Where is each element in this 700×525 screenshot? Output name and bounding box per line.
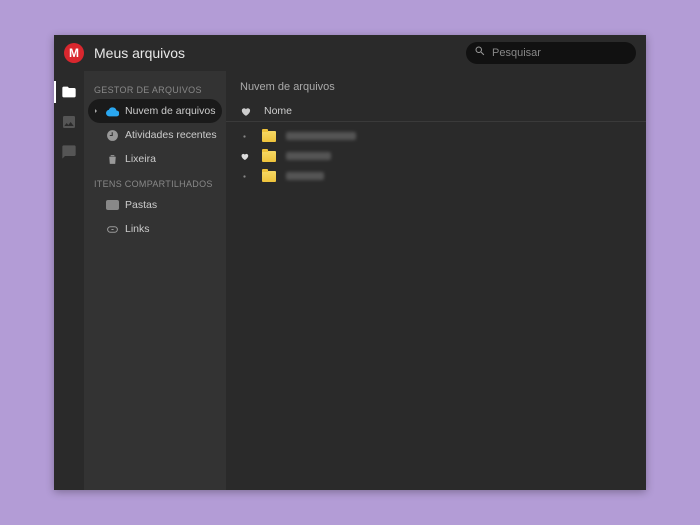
heart-outline-icon: [240, 172, 249, 181]
folder-icon: [262, 171, 276, 182]
sidebar: GESTOR DE ARQUIVOS Nuvem de arquivos Ati…: [84, 71, 226, 490]
table-row[interactable]: [232, 166, 640, 186]
sidebar-item-trash[interactable]: Lixeira: [84, 147, 226, 171]
app-window: M Meus arquivos GESTOR DE ARQUIVOS: [54, 35, 646, 490]
sidebar-item-links[interactable]: Links: [84, 217, 226, 241]
header-left: M Meus arquivos: [64, 43, 185, 63]
sidebar-item-label: Nuvem de arquivos: [125, 105, 215, 117]
app-logo[interactable]: M: [64, 43, 84, 63]
chat-icon: [61, 144, 77, 160]
search-input[interactable]: [492, 47, 634, 59]
folders-icon: [106, 200, 119, 210]
sidebar-item-label: Pastas: [125, 199, 157, 211]
link-icon: [106, 223, 119, 236]
sidebar-item-folders[interactable]: Pastas: [84, 193, 226, 217]
sidebar-item-label: Lixeira: [125, 153, 156, 165]
rail-chat[interactable]: [54, 137, 84, 167]
image-icon: [61, 114, 77, 130]
column-name[interactable]: Nome: [264, 105, 292, 117]
sidebar-item-label: Atividades recentes: [125, 129, 217, 141]
row-name-redacted: [286, 172, 324, 180]
column-favorite[interactable]: [240, 106, 254, 117]
row-name-redacted: [286, 132, 356, 140]
folder-icon: [61, 84, 77, 100]
row-favorite[interactable]: [240, 152, 252, 161]
heart-icon: [240, 106, 251, 117]
cloud-icon: [106, 105, 119, 118]
rail-images[interactable]: [54, 107, 84, 137]
header: M Meus arquivos: [54, 35, 646, 71]
table-row[interactable]: [232, 146, 640, 166]
left-rail: [54, 71, 84, 490]
clock-icon: [106, 129, 119, 142]
trash-icon: [106, 153, 119, 166]
row-name-redacted: [286, 152, 331, 160]
sidebar-item-cloud-drive[interactable]: Nuvem de arquivos: [88, 99, 222, 123]
rail-files[interactable]: [54, 77, 84, 107]
table-rows: [226, 122, 646, 190]
heart-icon: [240, 152, 249, 161]
table-row[interactable]: [232, 126, 640, 146]
heart-outline-icon: [240, 132, 249, 141]
sidebar-item-label: Links: [125, 223, 150, 235]
breadcrumb[interactable]: Nuvem de arquivos: [226, 71, 646, 101]
row-favorite[interactable]: [240, 172, 252, 181]
search-icon: [474, 44, 486, 62]
search-box[interactable]: [466, 42, 636, 64]
sidebar-section-file-manager: GESTOR DE ARQUIVOS: [84, 77, 226, 99]
page-title: Meus arquivos: [94, 45, 185, 61]
table-header: Nome: [226, 101, 646, 122]
row-favorite[interactable]: [240, 132, 252, 141]
folder-icon: [262, 131, 276, 142]
body: GESTOR DE ARQUIVOS Nuvem de arquivos Ati…: [54, 71, 646, 490]
chevron-right-icon: [92, 107, 100, 115]
main-panel: Nuvem de arquivos Nome: [226, 71, 646, 490]
folder-icon: [262, 151, 276, 162]
sidebar-section-shared: ITENS COMPARTILHADOS: [84, 171, 226, 193]
sidebar-item-recent[interactable]: Atividades recentes: [84, 123, 226, 147]
